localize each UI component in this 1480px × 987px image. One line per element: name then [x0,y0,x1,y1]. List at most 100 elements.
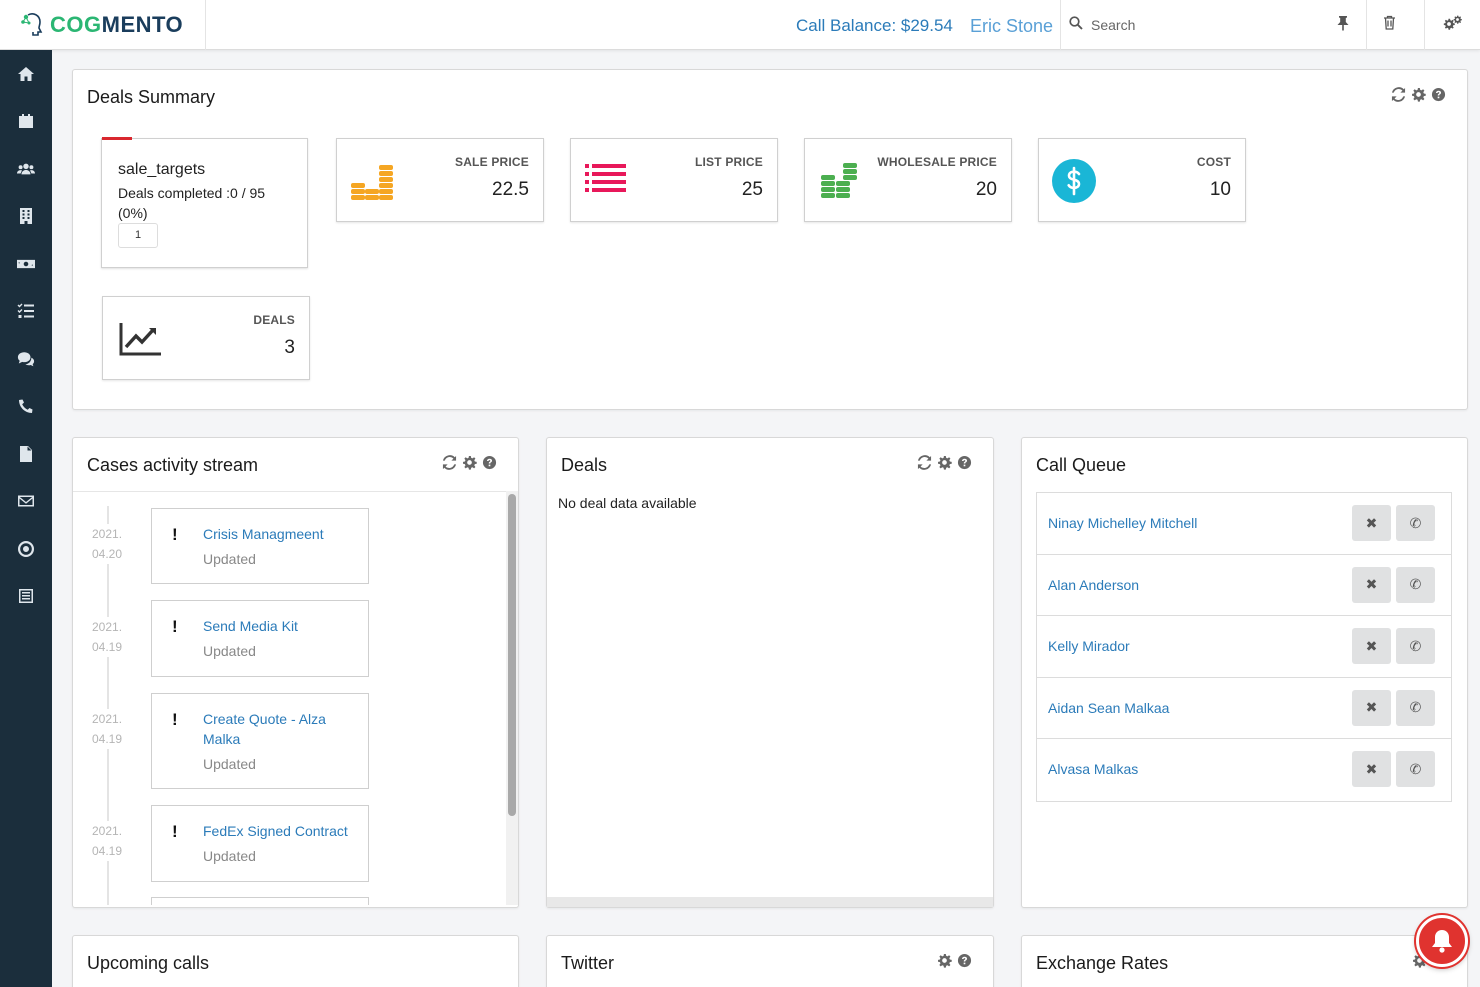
stat-value: 3 [284,337,295,358]
help-icon[interactable] [1431,87,1446,102]
notification-bell-button[interactable] [1416,915,1468,967]
bell-icon [1432,930,1452,953]
target-page-button[interactable]: 1 [118,223,158,248]
alert-icon: ! [172,525,178,544]
call-button[interactable]: ✆ [1396,628,1435,664]
sidebar-item-calls[interactable] [0,383,52,431]
alert-icon: ! [172,617,178,636]
user-name[interactable]: Eric Stone [970,16,1053,37]
logo-text: COGMENTO [50,12,184,37]
sidebar-item-campaigns[interactable] [0,525,52,573]
stream-date: 2021. 04.19 [92,617,123,657]
refresh-icon[interactable] [442,455,457,470]
stream-item: ! Crisis Managmeent Updated [151,508,369,584]
stream-scrollbar-thumb[interactable] [508,494,516,816]
trash-button[interactable] [1366,0,1412,50]
deals-icon [17,259,35,268]
gear-icon[interactable] [462,455,477,470]
remove-button[interactable]: ✖ [1352,505,1391,541]
sidebar-item-cases[interactable] [0,335,52,383]
logo-head-icon [18,11,46,39]
sidebar-item-calendar[interactable] [0,98,52,146]
queue-contact-link[interactable]: Kelly Mirador [1048,638,1130,654]
document-icon [20,445,32,462]
remove-button[interactable]: ✖ [1352,566,1391,603]
companies-icon [20,208,32,225]
gear-icon[interactable] [937,455,952,470]
email-icon [18,495,34,507]
stat-label: SALE PRICE [454,155,529,169]
queue-row: Alvasa Malkas ✖ ✆ [1037,739,1451,801]
call-balance: Call Balance: $29.54 [796,16,953,35]
stream-item-title[interactable]: Send Media Kit [203,616,363,636]
queue-row: Kelly Mirador ✖ ✆ [1037,616,1451,678]
panel-title: Upcoming calls [87,953,210,973]
stat-value: 22.5 [492,179,529,200]
help-icon[interactable] [957,455,972,470]
search-input[interactable] [1091,17,1291,33]
stat-label: LIST PRICE [694,155,763,169]
sidebar-item-documents[interactable] [0,430,52,478]
stream-item-title[interactable]: FedEx Signed Contract [203,821,363,841]
stream-item-status: Updated [203,848,256,864]
sidebar-item-email[interactable] [0,478,52,526]
pin-button[interactable] [1320,0,1366,50]
logo[interactable]: COGMENTO [0,0,206,50]
stat-label: WHOLESALE PRICE [877,155,997,169]
queue-contact-link[interactable]: Alvasa Malkas [1048,761,1138,777]
remove-button[interactable]: ✖ [1352,628,1391,664]
close-icon: ✖ [1365,514,1378,531]
stat-card-sale-price: SALE PRICE 22.5 [336,138,544,222]
search-icon [1061,15,1091,35]
settings-button[interactable] [1424,0,1480,50]
queue-contact-link[interactable]: Ninay Michelley Mitchell [1048,515,1197,531]
queue-contact-link[interactable]: Alan Anderson [1048,577,1139,593]
stream-item-title[interactable]: Crisis Managmeent [203,524,363,544]
panel-title: Deals Summary [87,87,216,107]
remove-button[interactable]: ✖ [1352,751,1391,787]
gear-icon[interactable] [937,953,952,968]
top-bar: COGMENTO Call Balance: $29.54 Eric Stone [0,0,1480,50]
call-button[interactable]: ✆ [1396,689,1435,726]
sidebar [0,50,52,987]
alert-icon: ! [172,710,178,729]
refresh-icon[interactable] [917,455,932,470]
pin-icon [1337,15,1349,36]
refresh-icon[interactable] [1391,87,1406,102]
accent-line [102,137,132,140]
queue-contact-link[interactable]: Aidan Sean Malkaa [1048,700,1169,716]
sidebar-item-forms[interactable] [0,573,52,621]
queue-row: Ninay Michelley Mitchell ✖ ✆ [1037,493,1451,555]
search-box [1060,0,1322,50]
sidebar-item-tasks[interactable] [0,288,52,336]
sidebar-item-companies[interactable] [0,193,52,241]
line-chart-icon [119,321,163,362]
sidebar-item-home[interactable] [0,50,52,98]
list-icon [583,161,629,202]
call-button[interactable]: ✆ [1396,505,1435,541]
stream-date: 2021. 04.19 [92,709,123,749]
home-icon [18,66,34,81]
gear-icon[interactable] [1411,87,1426,102]
panel-tools [1391,87,1446,102]
deals-panel: Deals No deal data available [546,437,994,908]
stat-label: DEALS [253,313,295,327]
trash-icon [1383,15,1396,35]
call-button[interactable]: ✆ [1396,751,1435,787]
panel-tools [937,953,972,968]
stream-item-title[interactable]: Create Quote - Alza Malka [203,709,343,749]
close-icon: ✖ [1365,699,1378,715]
form-icon [19,589,33,604]
help-icon[interactable] [957,953,972,968]
calendar-icon [19,114,33,129]
cases-stream-panel: Cases activity stream 2021. 04.20 ! Crisi… [72,437,519,908]
panel-title: Twitter [561,953,615,973]
target-icon [18,540,34,557]
panel-title: Call Queue [1036,455,1127,475]
sidebar-item-deals[interactable] [0,240,52,288]
deals-empty-message: No deal data available [558,495,697,511]
help-icon[interactable] [482,455,497,470]
remove-button[interactable]: ✖ [1352,689,1391,726]
sidebar-item-contacts[interactable] [0,145,52,193]
call-button[interactable]: ✆ [1396,566,1435,603]
